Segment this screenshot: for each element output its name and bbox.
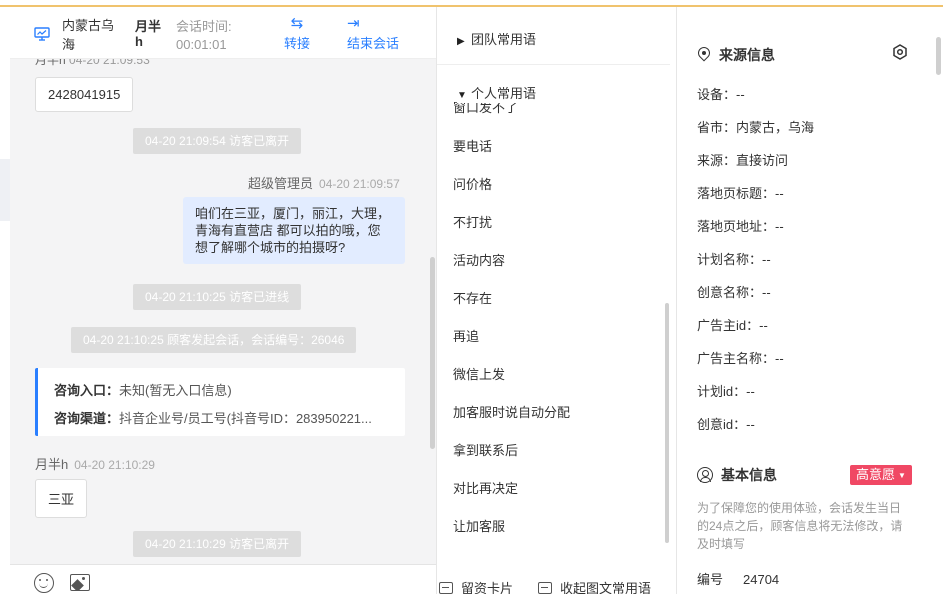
info-scrollbar[interactable] <box>936 37 941 75</box>
collapse-phrases-button[interactable]: 收起图文常用语 <box>538 578 651 594</box>
visitor-message: 三亚 <box>35 479 88 518</box>
monitor-icon <box>34 27 50 41</box>
exit-icon: ⇥ <box>347 15 360 32</box>
transfer-label: 转接 <box>283 36 310 51</box>
system-notice: 04-20 21:10:29 访客已离开 <box>133 531 302 557</box>
source-info-title: 来源信息 <box>697 45 775 65</box>
lead-card-button[interactable]: 留资卡片 <box>439 578 513 594</box>
end-session-label: 结束会话 <box>347 36 400 51</box>
info-row-plan-name: 计划名称：-- <box>697 252 771 267</box>
info-row-device: 设备：-- <box>697 87 745 102</box>
transfer-icon: ⇆ <box>290 15 304 32</box>
chat-header: 内蒙古乌海 月半h 会话时间: 00:01:01 ⇆ 转接 ⇥ 结束会话 <box>10 7 436 59</box>
phrase-item[interactable]: 活动内容 <box>453 250 505 269</box>
end-session-button[interactable]: ⇥ 结束会话 <box>347 15 407 52</box>
info-row-advertiser-name: 广告主名称：-- <box>697 351 784 366</box>
phrase-item[interactable]: 加客服时说自动分配 <box>453 402 570 421</box>
left-collapse-tab[interactable] <box>0 159 10 221</box>
phrases-scrollbar[interactable] <box>665 303 669 543</box>
entry-info-card: 咨询入口：未知(暂无入口信息) 咨询渠道：抖音企业号/员工号(抖音号ID：283… <box>35 368 405 436</box>
info-row-creative-name: 创意名称：-- <box>697 285 771 300</box>
session-time-label: 会话时间: <box>176 19 232 34</box>
personal-phrases-group[interactable]: ▼ 个人常用语 <box>457 83 657 103</box>
intent-badge[interactable]: 高意愿 ▼ <box>850 465 912 485</box>
settings-icon[interactable] <box>892 44 908 60</box>
basic-info-title: 基本信息 <box>697 465 777 485</box>
agent-message: 咱们在三亚，厦门，丽江，大理，青海有直营店 都可以拍的哦，您想了解哪个城市的拍摄… <box>183 197 405 264</box>
visitor-message: 2428041915 <box>35 77 134 112</box>
phrases-footer: 留资卡片 收起图文常用语 <box>437 572 676 594</box>
phrases-panel: ▶ 团队常用语 窗口发不了 ▼ 个人常用语 要电话 问价格 不打扰 活动内容 不存在… <box>437 7 677 594</box>
channel-row: 咨询渠道：抖音企业号/员工号(抖音号ID：283950221... <box>54 411 372 426</box>
caret-down-icon: ▼ <box>898 471 906 480</box>
user-icon <box>697 467 713 483</box>
chat-scrollbar[interactable] <box>430 257 435 449</box>
visitor-location: 内蒙古乌海 <box>62 18 115 52</box>
edit-notice: 为了保障您的使用体验，会话发生当日的24点之后，顾客信息将无法修改，请及时填写 <box>697 501 903 551</box>
info-row-landing-title: 落地页标题：-- <box>697 186 784 201</box>
left-edge <box>0 7 10 594</box>
collapse-icon <box>538 582 552 594</box>
info-row-city: 省市：内蒙古，乌海 <box>697 120 815 135</box>
message-list[interactable]: 月半h 04-20 21:09:53 2428041915 04-20 21:0… <box>10 59 436 564</box>
phrase-item[interactable]: 不存在 <box>453 288 492 307</box>
phrase-item[interactable]: 问价格 <box>453 174 492 193</box>
caret-down-icon: ▼ <box>457 90 467 101</box>
visitor-name: 月半h <box>135 19 162 49</box>
top-warning-bar <box>0 0 943 7</box>
entry-row: 咨询入口：未知(暂无入口信息) <box>54 383 232 398</box>
visitor-sender-line: 月半h 04-20 21:10:29 <box>35 457 155 472</box>
info-row-source: 来源：直接访问 <box>697 153 789 168</box>
phrase-item[interactable]: 让加客服 <box>453 516 505 535</box>
info-row-landing-url: 落地页地址：-- <box>697 219 784 234</box>
info-row-advertiser-id: 广告主id：-- <box>697 318 768 333</box>
location-pin-icon <box>697 47 711 63</box>
info-row-plan-id: 计划id：-- <box>697 384 755 399</box>
card-icon <box>439 582 453 594</box>
phrase-item[interactable]: 微信上发 <box>453 364 505 383</box>
phrase-item[interactable]: 再追 <box>453 326 479 345</box>
system-notice: 04-20 21:10:25 访客已进线 <box>133 284 302 310</box>
phrase-item[interactable]: 拿到联系后 <box>453 440 518 459</box>
system-notice: 04-20 21:10:25 顾客发起会话，会话编号：26046 <box>71 327 357 353</box>
visitor-info-panel: 来源信息 设备：-- 省市：内蒙古，乌海 来源：直接访问 落地页标题：-- 落地… <box>677 7 943 594</box>
session-time: 00:01:01 <box>176 37 227 52</box>
phrase-item[interactable]: 要电话 <box>453 136 492 155</box>
emoji-icon[interactable] <box>34 573 54 593</box>
transfer-button[interactable]: ⇆ 转接 <box>282 15 312 52</box>
customer-number-row: 编号 24704 <box>697 572 780 587</box>
agent-sender-line: 超级管理员 04-20 21:09:57 <box>248 176 400 191</box>
chat-panel: 内蒙古乌海 月半h 会话时间: 00:01:01 ⇆ 转接 ⇥ 结束会话 月半h… <box>10 7 437 594</box>
system-notice: 04-20 21:09:54 访客已离开 <box>133 128 302 154</box>
info-row-creative-id: 创意id：-- <box>697 417 755 432</box>
phrase-item[interactable]: 不打扰 <box>453 212 492 231</box>
message-sender-cut: 月半h 04-20 21:09:53 <box>35 59 150 67</box>
image-icon[interactable] <box>70 574 90 591</box>
phrase-item[interactable]: 对比再决定 <box>453 478 518 497</box>
chat-toolbar <box>10 564 436 594</box>
